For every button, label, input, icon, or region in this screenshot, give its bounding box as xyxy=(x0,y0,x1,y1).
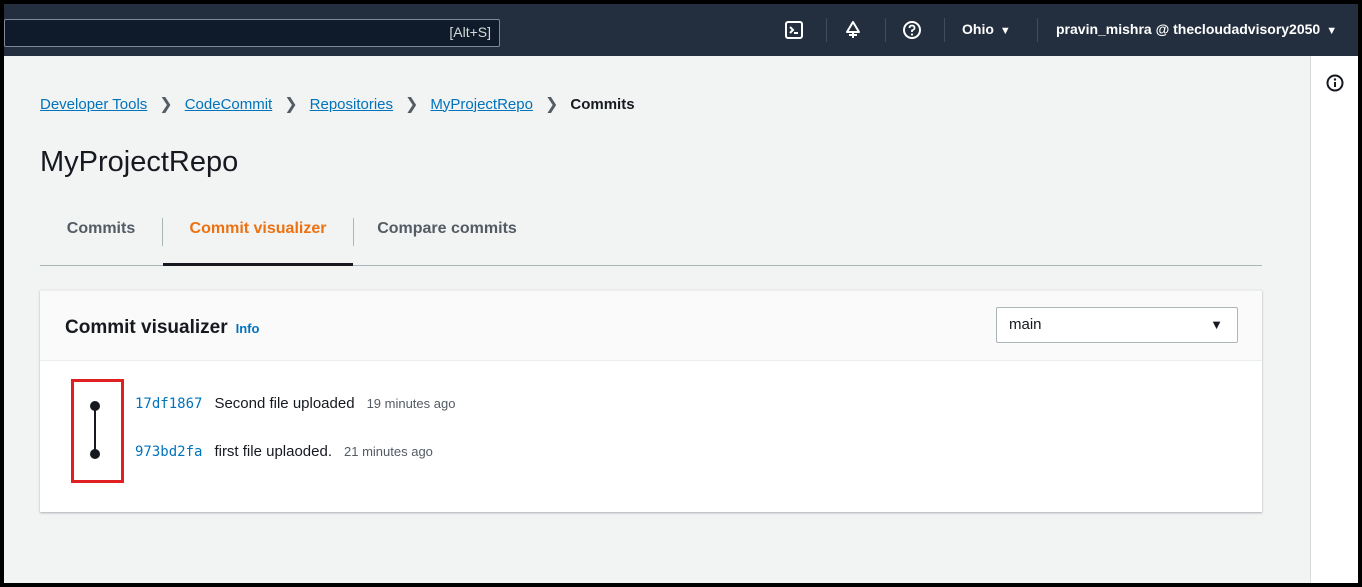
help-icon[interactable] xyxy=(900,18,924,42)
nav-divider xyxy=(885,18,886,42)
breadcrumb-current: Commits xyxy=(570,95,635,113)
account-menu[interactable]: pravin_mishra @ thecloudadvisory2050 ▼ xyxy=(1056,21,1337,37)
region-label: Ohio xyxy=(962,21,994,37)
nav-divider xyxy=(1037,18,1038,42)
commit-graph-icon xyxy=(90,401,100,459)
panel-title: Commit visualizer Info xyxy=(65,317,259,339)
caret-down-icon: ▼ xyxy=(1210,317,1223,332)
panel-header: Commit visualizer Info main ▼ xyxy=(40,291,1262,361)
panel-title-text: Commit visualizer xyxy=(65,317,228,338)
breadcrumb: Developer Tools ❯ CodeCommit ❯ Repositor… xyxy=(40,94,635,114)
commit-visualizer-panel: Commit visualizer Info main ▼ 17df1867 Se… xyxy=(40,290,1262,512)
nav-divider xyxy=(826,18,827,42)
branch-select-value: main xyxy=(1009,316,1042,333)
tab-compare-commits[interactable]: Compare commits xyxy=(354,208,540,266)
main-content: Developer Tools ❯ CodeCommit ❯ Repositor… xyxy=(4,56,1310,583)
info-link[interactable]: Info xyxy=(236,321,260,336)
region-selector[interactable]: Ohio ▼ xyxy=(962,21,1011,37)
info-icon[interactable] xyxy=(1326,74,1344,97)
app-frame: [Alt+S] Ohio ▼ pravin_mishra @ theclouda… xyxy=(4,4,1358,583)
commit-message: Second file uploaded xyxy=(214,395,355,412)
breadcrumb-developer-tools[interactable]: Developer Tools xyxy=(40,96,147,113)
cloudshell-icon[interactable] xyxy=(782,18,806,42)
commit-row: 17df1867 Second file uploaded 19 minutes… xyxy=(135,395,455,412)
tab-commit-visualizer[interactable]: Commit visualizer xyxy=(163,208,353,266)
commit-row: 973bd2fa first file uplaoded. 21 minutes… xyxy=(135,443,433,460)
chevron-right-icon: ❯ xyxy=(544,96,559,113)
commit-time: 19 minutes ago xyxy=(366,396,456,411)
caret-down-icon: ▼ xyxy=(1326,25,1338,37)
chevron-right-icon: ❯ xyxy=(405,96,419,113)
breadcrumb-repo[interactable]: MyProjectRepo xyxy=(430,96,533,113)
chevron-right-icon: ❯ xyxy=(159,96,173,113)
nav-divider xyxy=(944,18,945,42)
commit-message: first file uplaoded. xyxy=(214,443,333,460)
commit-graph-highlight xyxy=(71,379,124,483)
help-panel-rail xyxy=(1310,56,1358,583)
caret-down-icon: ▼ xyxy=(999,25,1011,37)
account-label: pravin_mishra @ thecloudadvisory2050 xyxy=(1056,21,1321,37)
breadcrumb-repositories[interactable]: Repositories xyxy=(310,96,393,113)
page-title: MyProjectRepo xyxy=(40,146,239,178)
breadcrumb-codecommit[interactable]: CodeCommit xyxy=(185,96,273,113)
bell-icon[interactable] xyxy=(841,18,865,42)
search-input[interactable]: [Alt+S] xyxy=(4,19,500,47)
commit-id-link[interactable]: 973bd2fa xyxy=(135,444,202,460)
search-shortcut-hint: [Alt+S] xyxy=(449,24,491,40)
tab-bar: Commits Commit visualizer Compare commit… xyxy=(40,208,1262,266)
top-nav: [Alt+S] Ohio ▼ pravin_mishra @ theclouda… xyxy=(4,4,1358,56)
commit-time: 21 minutes ago xyxy=(344,444,433,459)
chevron-right-icon: ❯ xyxy=(284,96,298,113)
tab-commits[interactable]: Commits xyxy=(40,208,162,266)
branch-select[interactable]: main ▼ xyxy=(996,307,1238,343)
commit-id-link[interactable]: 17df1867 xyxy=(135,396,202,412)
